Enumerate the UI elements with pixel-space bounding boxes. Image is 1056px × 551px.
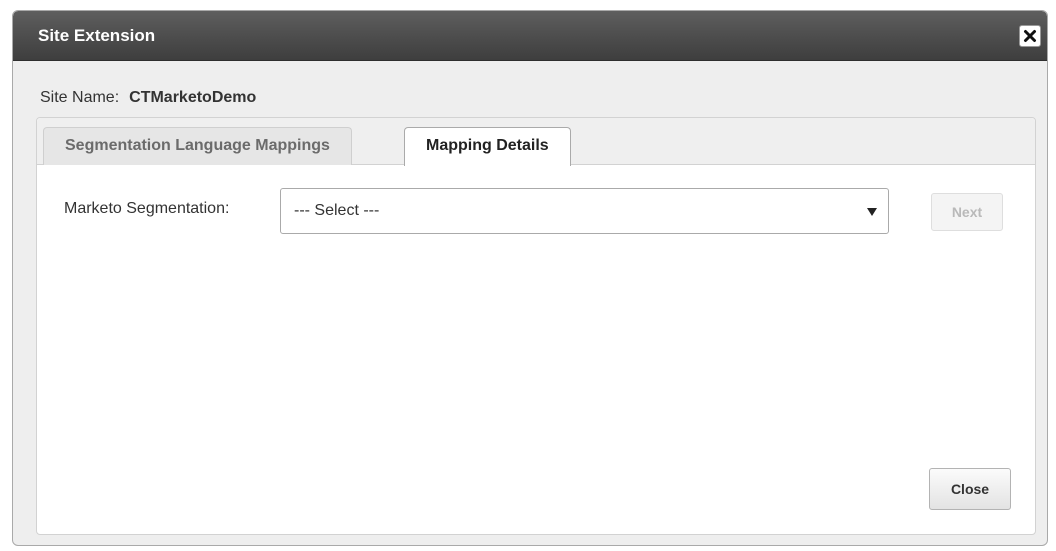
site-name-value: CTMarketoDemo	[129, 89, 257, 106]
marketo-segmentation-select[interactable]: --- Select ---	[280, 188, 889, 234]
close-button[interactable]: Close	[929, 468, 1011, 510]
dialog-title: Site Extension	[38, 26, 156, 45]
close-icon	[1024, 30, 1036, 42]
site-name-label: Site Name:	[40, 89, 120, 106]
marketo-segmentation-label: Marketo Segmentation:	[64, 200, 230, 217]
dialog-titlebar: Site Extension	[13, 11, 1047, 61]
tab-mapping-details[interactable]: Mapping Details	[404, 127, 571, 166]
tab-panel: Segmentation Language Mappings Mapping D…	[36, 117, 1036, 535]
next-button[interactable]: Next	[931, 193, 1003, 231]
site-name-row: Site Name: CTMarketoDemo	[40, 89, 256, 107]
tab-strip: Segmentation Language Mappings Mapping D…	[37, 118, 1035, 166]
site-extension-dialog: Site Extension Site Name: CTMarketoDemo S…	[12, 10, 1048, 546]
dialog-close-button[interactable]	[1019, 25, 1041, 47]
segmentation-selected-value: --- Select ---	[294, 202, 380, 219]
tab-segmentation-language-mappings[interactable]: Segmentation Language Mappings	[43, 127, 352, 165]
caret-down-icon	[867, 208, 877, 216]
